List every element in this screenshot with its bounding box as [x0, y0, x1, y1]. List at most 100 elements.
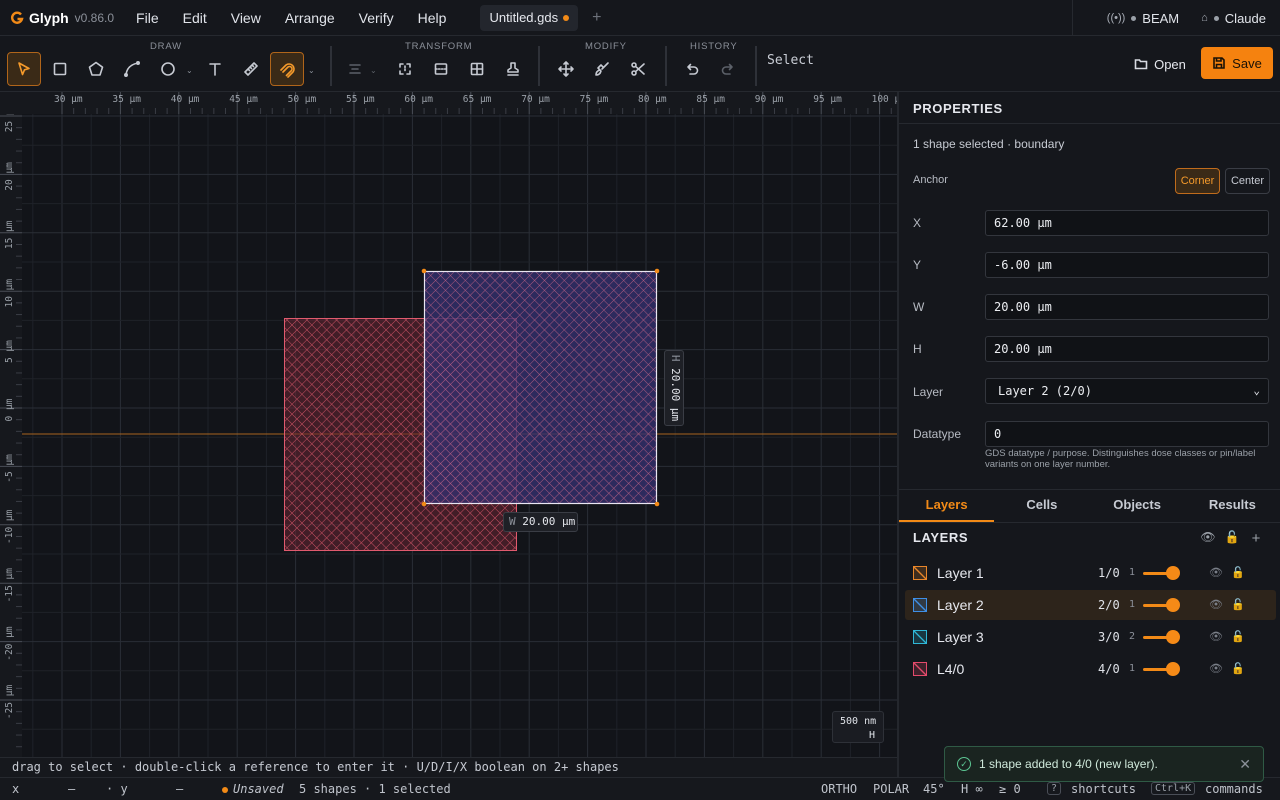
lock-all-icon[interactable]: 🔓	[1220, 530, 1244, 547]
layer-opacity-knob[interactable]	[1166, 598, 1180, 612]
layer-row[interactable]: L4/0 4/0 1 👁 🔓	[905, 654, 1276, 684]
tab-objects[interactable]: Objects	[1090, 490, 1185, 522]
array-tool-button[interactable]	[460, 52, 494, 86]
move-tool-button[interactable]	[549, 52, 583, 86]
shape-layer2-boundary-selected[interactable]	[421, 268, 660, 507]
circle-tool-button[interactable]	[151, 52, 185, 86]
beam-status[interactable]: ((•)) BEAM	[1107, 11, 1179, 26]
save-button[interactable]: Save	[1201, 47, 1273, 79]
layer-row[interactable]: Layer 3 3/0 2 👁 🔓	[905, 622, 1276, 652]
tab-cells[interactable]: Cells	[994, 490, 1089, 522]
unlock-icon[interactable]: 🔓	[1231, 662, 1245, 675]
tab-layers[interactable]: Layers	[899, 490, 995, 522]
ortho-toggle[interactable]: ORTHO	[821, 782, 857, 796]
cut-tool-button[interactable]	[621, 52, 655, 86]
y-field[interactable]: -6.00 µm	[985, 252, 1269, 278]
ruler-tool-button[interactable]	[234, 52, 268, 86]
brush-tool-button[interactable]	[585, 52, 619, 86]
align-tool-button[interactable]	[338, 52, 372, 86]
magnet-icon	[280, 63, 295, 78]
paintbrush-icon	[595, 62, 609, 76]
angle-step[interactable]: 45°	[923, 782, 945, 796]
x-ruler-label: 95 µm	[813, 94, 842, 105]
scale-value: 500 nm	[840, 716, 877, 727]
x-label: X	[913, 216, 922, 230]
layer-swatch-icon[interactable]	[913, 630, 927, 644]
select-tool-button[interactable]	[7, 52, 41, 86]
y-ruler-label: 0 µm	[4, 398, 15, 421]
broadcast-icon: ((•))	[1106, 12, 1126, 24]
align-options-chevron-icon[interactable]: ⌄	[370, 66, 377, 75]
layer-opacity-knob[interactable]	[1166, 630, 1180, 644]
unlock-icon[interactable]: 🔓	[1231, 630, 1245, 643]
fit-selection-button[interactable]	[388, 52, 422, 86]
height-badge-value: 20.00 µm	[669, 368, 682, 422]
unlock-icon[interactable]: 🔓	[1231, 598, 1245, 611]
circle-options-chevron-icon[interactable]: ⌄	[186, 66, 193, 75]
w-field[interactable]: 20.00 µm	[985, 294, 1269, 320]
snap-tool-button[interactable]	[270, 52, 304, 86]
scale-indicator: 500 nm H	[832, 711, 884, 743]
min-value: ≥ 0	[999, 782, 1021, 796]
show-all-eye-icon[interactable]: 👁	[1196, 530, 1220, 547]
rectangle-tool-button[interactable]	[43, 52, 77, 86]
tab-results[interactable]: Results	[1185, 490, 1280, 522]
layer-swatch-icon[interactable]	[913, 566, 927, 580]
layer-swatch-icon[interactable]	[913, 662, 927, 676]
cursor-y-value: —	[176, 782, 184, 796]
unsaved-dot-icon	[563, 14, 570, 21]
layer-number: 1/0	[1098, 566, 1120, 580]
layout-canvas[interactable]: 30 µm 35 µm 40 µm 45 µm 50 µm 55 µm 60 µm 65 µm…	[0, 92, 897, 757]
anchor-corner-option[interactable]: Corner	[1175, 168, 1220, 194]
unlock-icon[interactable]: 🔓	[1231, 566, 1245, 579]
group-label-modify: MODIFY	[585, 41, 627, 52]
eye-icon[interactable]: 👁	[1209, 662, 1223, 675]
redo-button[interactable]	[711, 52, 745, 86]
menu-edit[interactable]: Edit	[183, 10, 207, 26]
eye-icon[interactable]: 👁	[1209, 566, 1223, 579]
menu-help[interactable]: Help	[418, 10, 447, 26]
flip-vertical-button[interactable]	[424, 52, 458, 86]
eye-icon[interactable]: 👁	[1209, 598, 1223, 611]
add-layer-icon[interactable]: +	[1244, 530, 1268, 547]
canvas-drawing[interactable]: 30 µm 35 µm 40 µm 45 µm 50 µm 55 µm 60 µm 65 µm…	[0, 92, 897, 757]
snap-options-chevron-icon[interactable]: ⌄	[308, 66, 315, 75]
eye-icon[interactable]: 👁	[1209, 630, 1223, 643]
hint-bar: drag to select · double-click a referenc…	[0, 757, 897, 777]
selection-summary: 1 shape selected · boundary	[913, 137, 1065, 151]
panel-divider	[899, 123, 1280, 124]
menu-arrange[interactable]: Arrange	[285, 10, 335, 26]
layer-row[interactable]: Layer 2 2/0 1 👁 🔓	[905, 590, 1276, 620]
align-icon	[349, 64, 361, 74]
undo-button[interactable]	[675, 52, 709, 86]
open-button[interactable]: Open	[1126, 48, 1194, 80]
layer-opacity-knob[interactable]	[1166, 662, 1180, 676]
menu-file[interactable]: File	[136, 10, 159, 26]
datatype-field[interactable]: 0	[985, 421, 1269, 447]
anchor-center-option[interactable]: Center	[1225, 168, 1270, 194]
layer-select[interactable]: Layer 2 (2/0) ⌄	[985, 378, 1269, 404]
y-ruler-label: 10 µm	[4, 279, 15, 308]
user-status[interactable]: ⌂ Claude	[1201, 11, 1266, 26]
layer-opacity-knob[interactable]	[1166, 566, 1180, 580]
commands-link[interactable]: commands	[1205, 782, 1263, 796]
layer-name: Layer 1	[937, 565, 984, 581]
polygon-tool-button[interactable]	[79, 52, 113, 86]
current-tool-label: Select	[767, 53, 814, 68]
x-ruler-label: 40 µm	[171, 94, 200, 105]
layer-row[interactable]: Layer 1 1/0 1 👁 🔓	[905, 558, 1276, 588]
text-tool-button[interactable]	[198, 52, 232, 86]
h-field[interactable]: 20.00 µm	[985, 336, 1269, 362]
new-tab-icon[interactable]: +	[592, 9, 601, 27]
polar-toggle[interactable]: POLAR	[873, 782, 909, 796]
menu-view[interactable]: View	[231, 10, 261, 26]
menu-verify[interactable]: Verify	[359, 10, 394, 26]
x-field[interactable]: 62.00 µm	[985, 210, 1269, 236]
layer-swatch-icon[interactable]	[913, 598, 927, 612]
shortcuts-link[interactable]: shortcuts	[1071, 782, 1136, 796]
document-tab[interactable]: Untitled.gds	[480, 4, 579, 31]
path-tool-button[interactable]	[115, 52, 149, 86]
anchor-tool-button[interactable]	[496, 52, 530, 86]
x-ruler-label: 75 µm	[580, 94, 609, 105]
close-icon[interactable]: ✕	[1239, 756, 1251, 773]
